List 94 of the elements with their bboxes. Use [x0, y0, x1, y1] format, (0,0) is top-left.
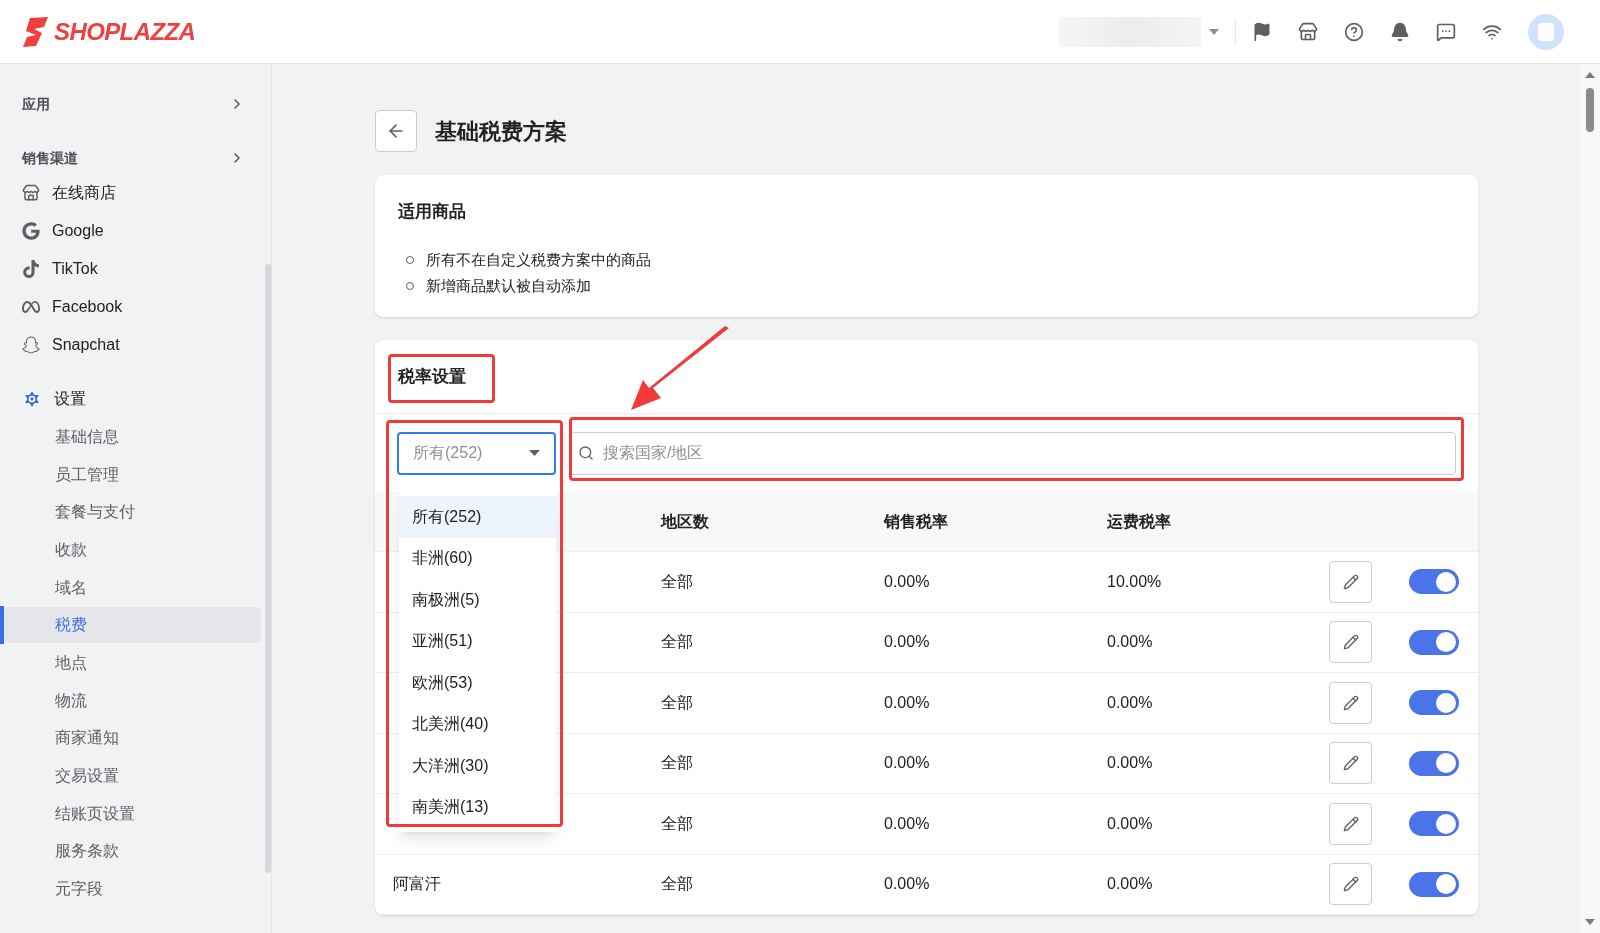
- dropdown-option[interactable]: 非洲(60): [399, 537, 556, 579]
- channel-link[interactable]: Snapchat: [52, 333, 120, 357]
- edit-button[interactable]: [1329, 742, 1372, 785]
- sales-rate-cell-text: 0.00%: [884, 632, 930, 653]
- settings-menu-item[interactable]: 地点: [4, 644, 261, 681]
- dropdown-option[interactable]: 亚洲(51): [399, 620, 556, 662]
- page-title: 基础税费方案: [435, 117, 567, 146]
- pencil-icon: [1342, 573, 1359, 590]
- dropdown-option[interactable]: 南极洲(5): [399, 579, 556, 621]
- caret-icon: [1209, 28, 1219, 35]
- regions-cell-text: 全部: [661, 632, 693, 653]
- settings-menu-item[interactable]: 元字段: [4, 871, 261, 908]
- card-title: 适用商品: [398, 201, 467, 223]
- channel-link[interactable]: Facebook: [52, 295, 123, 319]
- scrollbar-thumb[interactable]: [1586, 88, 1594, 132]
- settings-menu-item[interactable]: 套餐与支付: [4, 494, 261, 531]
- edit-button[interactable]: [1329, 621, 1372, 664]
- regions-cell-text: 全部: [661, 753, 693, 774]
- scroll-down-icon[interactable]: [1585, 919, 1595, 925]
- edit-button[interactable]: [1329, 560, 1372, 603]
- caret-icon: [529, 450, 540, 456]
- toggle-switch[interactable]: [1409, 629, 1459, 655]
- settings-menu-item[interactable]: 基础信息: [4, 418, 261, 455]
- settings-icon: [22, 389, 42, 409]
- settings-menu-item[interactable]: 税费: [4, 607, 261, 644]
- toggle-switch[interactable]: [1409, 811, 1459, 837]
- column-header: 地区数: [661, 511, 710, 532]
- logo: SHOPLAZZA: [54, 16, 196, 47]
- meta-icon: [22, 298, 40, 316]
- pencil-icon: [1342, 876, 1359, 893]
- sales-rate-cell-text: 0.00%: [884, 571, 930, 592]
- country-cell: 阿富汗: [393, 875, 441, 893]
- settings-menu-item[interactable]: 收款: [4, 531, 261, 568]
- channel-link[interactable]: Google: [52, 219, 104, 243]
- pencil-icon: [1342, 815, 1359, 832]
- tiktok-icon: [22, 260, 40, 278]
- dropdown-option[interactable]: 大洋洲(30): [399, 745, 556, 787]
- back-button[interactable]: [375, 110, 417, 152]
- channel-link[interactable]: 在线商店: [52, 181, 116, 205]
- sales-rate-cell-text: 0.00%: [884, 813, 930, 834]
- settings-menu-item[interactable]: 服务条款: [4, 833, 261, 870]
- scroll-up-icon[interactable]: [1585, 72, 1595, 78]
- toggle-switch[interactable]: [1409, 750, 1459, 776]
- toggle-switch[interactable]: [1409, 871, 1459, 897]
- logo-icon: [22, 16, 50, 47]
- sales-rate-cell-text: 0.00%: [884, 874, 930, 895]
- regions-cell-text: 全部: [661, 813, 693, 834]
- shipping-rate-cell-text: 0.00%: [1107, 632, 1153, 653]
- settings-menu-item[interactable]: 结账页设置: [4, 795, 261, 832]
- regions-cell-text: 全部: [661, 874, 693, 895]
- settings-menu-item[interactable]: 商家通知: [4, 720, 261, 757]
- search-icon: [578, 444, 594, 461]
- dropdown-option[interactable]: 所有(252): [399, 496, 556, 538]
- shipping-rate-cell-text: 0.00%: [1107, 692, 1153, 713]
- edit-button[interactable]: [1329, 802, 1372, 845]
- flag-icon[interactable]: [1252, 21, 1272, 42]
- shipping-rate-cell-text: 0.00%: [1107, 874, 1153, 895]
- sales-rate-cell-text: 0.00%: [884, 753, 930, 774]
- edit-button[interactable]: [1329, 681, 1372, 724]
- shipping-rate-cell-text: 10.00%: [1107, 571, 1162, 592]
- sidebar-group-item[interactable]: 应用: [4, 88, 261, 120]
- toggle-switch[interactable]: [1409, 569, 1459, 595]
- regions-cell-text: 全部: [661, 571, 693, 592]
- settings-menu-item[interactable]: 员工管理: [4, 456, 261, 493]
- sales-rate-cell-text: 0.00%: [884, 692, 930, 713]
- pencil-icon: [1342, 634, 1359, 651]
- edit-button[interactable]: [1329, 863, 1372, 906]
- message-icon[interactable]: [1436, 21, 1456, 42]
- help-icon[interactable]: [1344, 21, 1364, 42]
- column-header: 运费税率: [1107, 511, 1172, 532]
- shipping-rate-cell-text: 0.00%: [1107, 753, 1153, 774]
- dropdown-option[interactable]: 欧洲(53): [399, 662, 556, 704]
- settings-menu-item[interactable]: 物流: [4, 682, 261, 719]
- regions-cell-text: 全部: [661, 692, 693, 713]
- pencil-icon: [1342, 755, 1359, 772]
- bullet-text: 所有不在自定义税费方案中的商品: [426, 249, 651, 270]
- channel-link[interactable]: TikTok: [52, 257, 98, 281]
- sidebar-group-item[interactable]: 销售渠道: [4, 142, 261, 174]
- settings-menu-item[interactable]: 交易设置: [4, 758, 261, 795]
- card-title: 税率设置: [398, 365, 466, 388]
- shipping-rate-cell-text: 0.00%: [1107, 813, 1153, 834]
- google-icon: [22, 222, 40, 240]
- pencil-icon: [1342, 694, 1359, 711]
- dropdown-option[interactable]: 北美洲(40): [399, 703, 556, 745]
- toggle-switch[interactable]: [1409, 690, 1459, 716]
- store-icon: [22, 184, 40, 202]
- settings-link[interactable]: 设置: [54, 387, 86, 411]
- bullet-text: 新增商品默认被自动添加: [426, 276, 591, 296]
- settings-menu-item[interactable]: 域名: [4, 569, 261, 606]
- bell-icon[interactable]: [1390, 21, 1410, 42]
- search-field[interactable]: 搜索国家/地区: [570, 431, 1456, 475]
- column-header: 销售税率: [884, 511, 949, 532]
- store-icon[interactable]: [1298, 21, 1318, 42]
- ghost-icon: [22, 336, 40, 354]
